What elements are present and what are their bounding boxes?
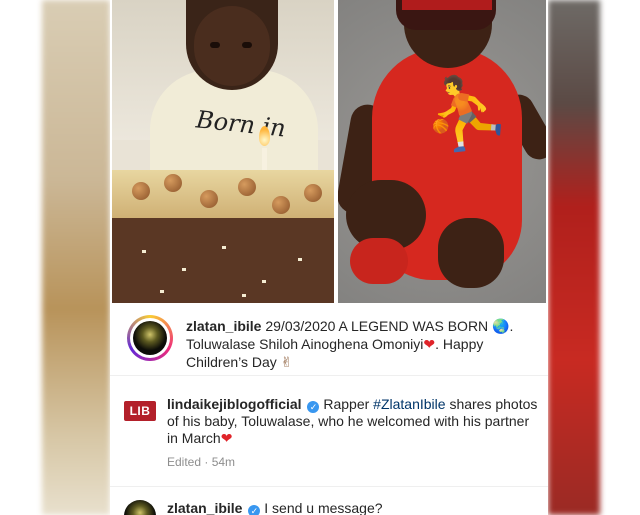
caption-text: zlatan_ibile 29/03/2020 A LEGEND WAS BOR… [186, 318, 536, 372]
story-avatar-ring[interactable] [127, 315, 173, 361]
divider [110, 375, 548, 376]
post-photo-left[interactable]: Born in [112, 0, 334, 303]
caption-username[interactable]: zlatan_ibile [186, 318, 261, 334]
globe-emoji-icon: 🌏 [492, 319, 510, 335]
crumb [182, 268, 186, 271]
comment-text: zlatan_ibile ✓ I send u message? [167, 500, 539, 515]
crumb [142, 250, 146, 253]
crumb [242, 294, 246, 297]
blurred-background-left [42, 0, 110, 515]
chocolate-ball [304, 184, 322, 202]
post-photo-right[interactable]: ⛹ [338, 0, 546, 303]
crumb [160, 290, 164, 293]
candle-flame [259, 126, 270, 146]
divider [110, 486, 548, 487]
avatar[interactable] [124, 500, 156, 515]
red-sock [350, 238, 408, 284]
heart-emoji-icon: ❤ [220, 431, 233, 447]
comment-text: lindaikejiblogofficial ✓ Rapper #ZlatanI… [167, 396, 539, 448]
comment-username[interactable]: zlatan_ibile [167, 500, 242, 515]
peace-hand-emoji-icon: ✌ [280, 355, 293, 371]
comment-username[interactable]: lindaikejiblogofficial [167, 396, 302, 412]
post-caption: zlatan_ibile 29/03/2020 A LEGEND WAS BOR… [110, 303, 548, 375]
chocolate-ball [238, 178, 256, 196]
chocolate-ball [164, 174, 182, 192]
verified-badge-icon: ✓ [248, 505, 261, 515]
blurred-background-right [548, 0, 600, 515]
chocolate-ball [132, 182, 150, 200]
hat-band [402, 0, 492, 10]
eye [210, 42, 220, 48]
caption-text-part: 29/03/2020 A LEGEND WAS BORN [261, 318, 493, 334]
crumb [222, 246, 226, 249]
heart-emoji-icon: ❤ [423, 337, 436, 353]
hashtag-link[interactable]: #ZlatanIbile [373, 396, 445, 412]
chocolate-ball [200, 190, 218, 208]
candle [262, 148, 267, 170]
comment-text-part: Rapper [319, 396, 374, 412]
crumb [262, 280, 266, 283]
comment-text-part: I send u message? [260, 500, 383, 515]
post-screenshot-card: Born in ⛹ zlatan_ibile 29/03/2020 A LEGE… [110, 0, 548, 515]
chocolate-ball [272, 196, 290, 214]
baby-leg [438, 218, 504, 288]
comment-meta: Edited · 54m [167, 455, 236, 469]
jumpman-logo-icon: ⛹ [418, 69, 514, 157]
verified-badge-icon: ✓ [307, 401, 320, 413]
lib-avatar[interactable]: LIB [124, 401, 156, 421]
avatar [133, 321, 167, 355]
eye [242, 42, 252, 48]
baby-face [194, 6, 270, 86]
avatar-frame [130, 318, 170, 358]
crumb [298, 258, 302, 261]
